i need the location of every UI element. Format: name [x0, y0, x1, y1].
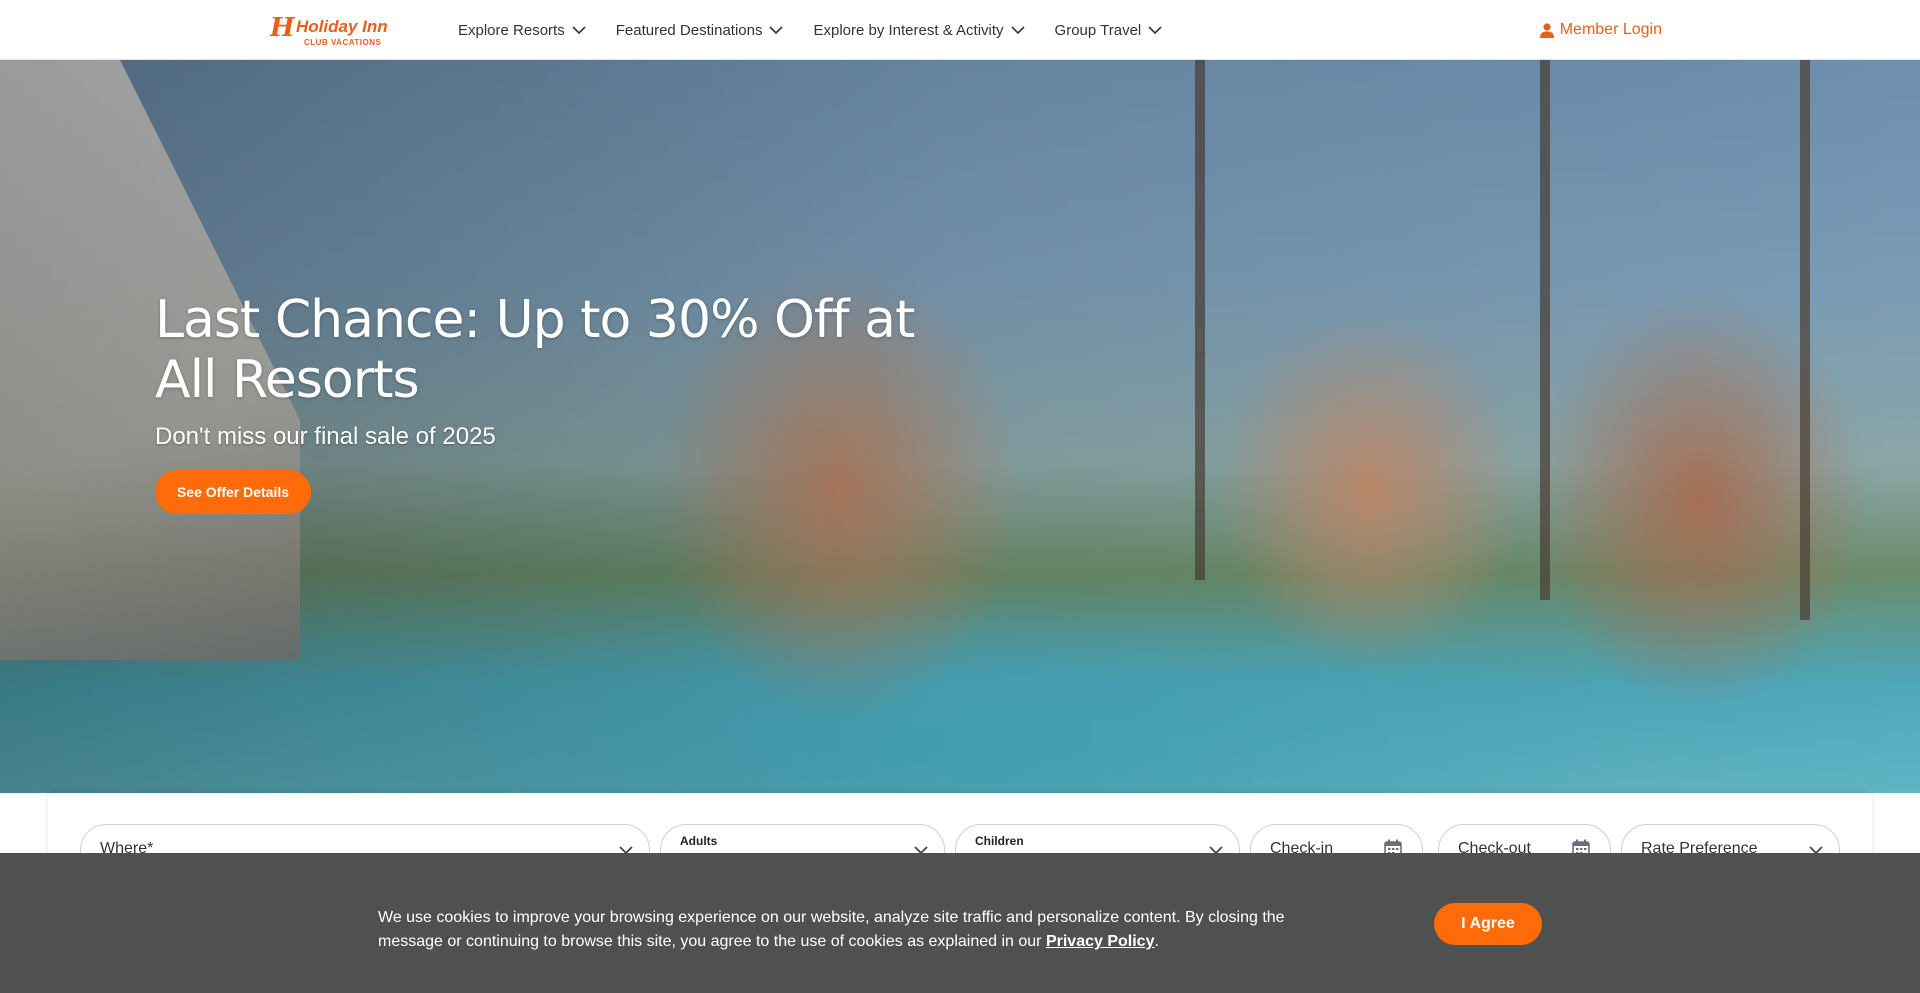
- cookie-message-end: .: [1154, 933, 1159, 950]
- chevron-down-icon: [1148, 26, 1162, 35]
- logo-subtext: CLUB VACATIONS: [304, 38, 382, 47]
- nav-label: Group Travel: [1054, 21, 1142, 39]
- svg-text:H: H: [270, 13, 296, 43]
- logo-text: Holiday Inn: [296, 17, 388, 36]
- nav-label: Explore by Interest & Activity: [813, 21, 1004, 39]
- holiday-inn-logo[interactable]: H Holiday Inn CLUB VACATIONS: [270, 10, 410, 50]
- nav-group-travel[interactable]: Group Travel: [1055, 22, 1163, 39]
- adults-label: Adults: [680, 834, 718, 848]
- main-nav: Explore Resorts Featured Destinations Ex…: [458, 0, 1192, 60]
- chevron-down-icon: [1010, 26, 1025, 35]
- chevron-down-icon: [572, 26, 586, 35]
- nav-explore-resorts[interactable]: Explore Resorts: [458, 22, 586, 39]
- chevron-down-icon: [769, 26, 784, 35]
- children-label: Children: [975, 834, 1024, 848]
- cookie-message: We use cookies to improve your browsing …: [378, 906, 1298, 954]
- privacy-policy-link[interactable]: Privacy Policy: [1046, 933, 1155, 950]
- member-login-link[interactable]: Member Login: [1539, 0, 1662, 60]
- user-icon: [1539, 22, 1554, 38]
- member-login-label: Member Login: [1559, 21, 1662, 38]
- cookie-banner: We use cookies to improve your browsing …: [0, 853, 1920, 993]
- see-offer-details-button[interactable]: See Offer Details: [155, 470, 311, 514]
- i-agree-button[interactable]: I Agree: [1434, 903, 1542, 945]
- site-header: H Holiday Inn CLUB VACATIONS Explore Res…: [0, 0, 1920, 60]
- nav-explore-by-interest[interactable]: Explore by Interest & Activity: [813, 21, 1025, 39]
- nav-label: Featured Destinations: [615, 21, 763, 39]
- nav-label: Explore Resorts: [458, 21, 565, 39]
- hero-subtitle: Don't miss our final sale of 2025: [155, 423, 496, 450]
- nav-featured-destinations[interactable]: Featured Destinations: [616, 22, 784, 39]
- logo-graphic: H Holiday Inn CLUB VACATIONS: [270, 13, 388, 47]
- hero-title: Last Chance: Up to 30% Off at All Resort…: [155, 290, 915, 410]
